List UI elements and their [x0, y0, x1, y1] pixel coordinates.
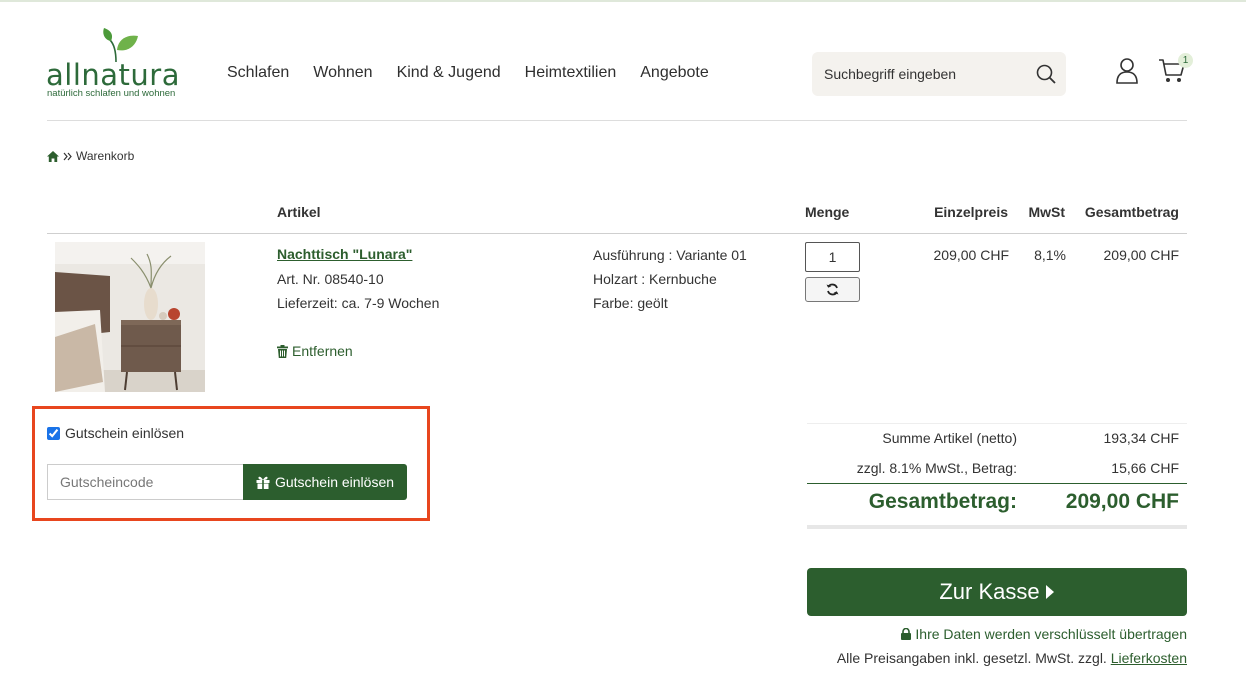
search-icon[interactable]	[1036, 64, 1056, 84]
unit-price: 209,00 CHF	[933, 247, 1009, 263]
column-header-total: Gesamtbetrag	[1084, 204, 1179, 220]
quantity-input[interactable]	[805, 242, 860, 272]
breadcrumb: Warenkorb	[47, 149, 134, 163]
nav-item-angebote[interactable]: Angebote	[640, 64, 709, 82]
column-header-vat: MwSt	[1028, 204, 1065, 220]
summary-net-value: 193,34 CHF	[1103, 430, 1179, 446]
product-image[interactable]	[55, 242, 205, 392]
refresh-icon	[826, 283, 839, 296]
column-header-quantity: Menge	[805, 204, 850, 220]
secure-transfer-text: Ihre Daten werden verschlüsselt übertrag…	[915, 626, 1187, 642]
voucher-toggle[interactable]: Gutschein einlösen	[47, 425, 184, 441]
shipping-costs-link[interactable]: Lieferkosten	[1111, 650, 1187, 666]
summary-net-label: Summe Artikel (netto)	[882, 430, 1017, 446]
logo-tagline: natürlich schlafen und wohnen	[47, 88, 176, 99]
nav-item-heimtextilien[interactable]: Heimtextilien	[525, 64, 617, 82]
product-delivery-time: Lieferzeit: ca. 7-9 Wochen	[277, 295, 440, 311]
product-article-number: Art. Nr. 08540-10	[277, 271, 384, 287]
voucher-checkbox[interactable]	[47, 426, 60, 440]
remove-item-label: Entfernen	[292, 343, 353, 359]
nav-item-schlafen[interactable]: Schlafen	[227, 64, 289, 82]
chevron-double-right-icon	[63, 152, 72, 160]
line-total: 209,00 CHF	[1103, 247, 1179, 263]
gift-icon	[256, 476, 270, 489]
price-note: Alle Preisangaben inkl. gesetzl. MwSt. z…	[837, 650, 1187, 666]
product-wood: Holzart : Kernbuche	[593, 271, 717, 287]
update-quantity-button[interactable]	[805, 277, 860, 302]
voucher-checkbox-label: Gutschein einlösen	[65, 425, 185, 441]
summary-bottom-divider	[807, 525, 1187, 529]
header-divider	[47, 120, 1187, 121]
summary-divider	[807, 483, 1187, 484]
grand-total-label: Gesamtbetrag:	[868, 490, 1017, 513]
product-image-graphic	[55, 242, 205, 392]
leaf-icon	[103, 28, 138, 62]
search-box	[812, 52, 1066, 96]
column-header-article: Artikel	[277, 204, 321, 220]
product-color: Farbe: geölt	[593, 295, 668, 311]
secure-transfer-note: Ihre Daten werden verschlüsselt übertrag…	[901, 626, 1187, 642]
logo[interactable]: allnatura natürlich schlafen und wohnen	[46, 28, 196, 100]
price-note-text: Alle Preisangaben inkl. gesetzl. MwSt. z…	[836, 650, 1107, 666]
nav-item-wohnen[interactable]: Wohnen	[313, 64, 372, 82]
summary-top-divider	[807, 423, 1187, 424]
redeem-voucher-label: Gutschein einlösen	[274, 474, 395, 490]
product-name-link[interactable]: Nachttisch "Lunara"	[277, 246, 412, 262]
table-header-divider	[47, 233, 1187, 234]
remove-item-button[interactable]: Entfernen	[277, 343, 353, 359]
cart-count-badge: 1	[1178, 53, 1193, 68]
lock-icon	[901, 628, 912, 640]
logo-text: allnatura	[46, 58, 180, 92]
trash-icon	[277, 344, 288, 358]
nav-item-kind-jugend[interactable]: Kind & Jugend	[397, 64, 501, 82]
vat-rate: 8,1%	[1034, 247, 1066, 263]
summary-vat-value: 15,66 CHF	[1111, 460, 1179, 476]
breadcrumb-current: Warenkorb	[76, 149, 135, 163]
user-account-icon[interactable]	[1116, 58, 1138, 84]
top-accent-line	[0, 0, 1246, 2]
column-header-unit-price: Einzelpreis	[934, 204, 1008, 220]
home-icon[interactable]	[47, 150, 59, 162]
voucher-code-input[interactable]	[47, 464, 243, 500]
main-nav: Schlafen Wohnen Kind & Jugend Heimtextil…	[227, 64, 709, 82]
redeem-voucher-button[interactable]: Gutschein einlösen	[243, 464, 407, 500]
checkout-button-label: Zur Kasse	[939, 579, 1040, 604]
checkout-button[interactable]: Zur Kasse	[807, 568, 1187, 616]
product-variant: Ausführung : Variante 01	[593, 247, 747, 263]
search-input[interactable]	[824, 64, 1024, 84]
caret-right-icon	[1045, 585, 1054, 599]
grand-total-value: 209,00 CHF	[1065, 490, 1179, 513]
summary-vat-label: zzgl. 8.1% MwSt., Betrag:	[856, 460, 1017, 476]
